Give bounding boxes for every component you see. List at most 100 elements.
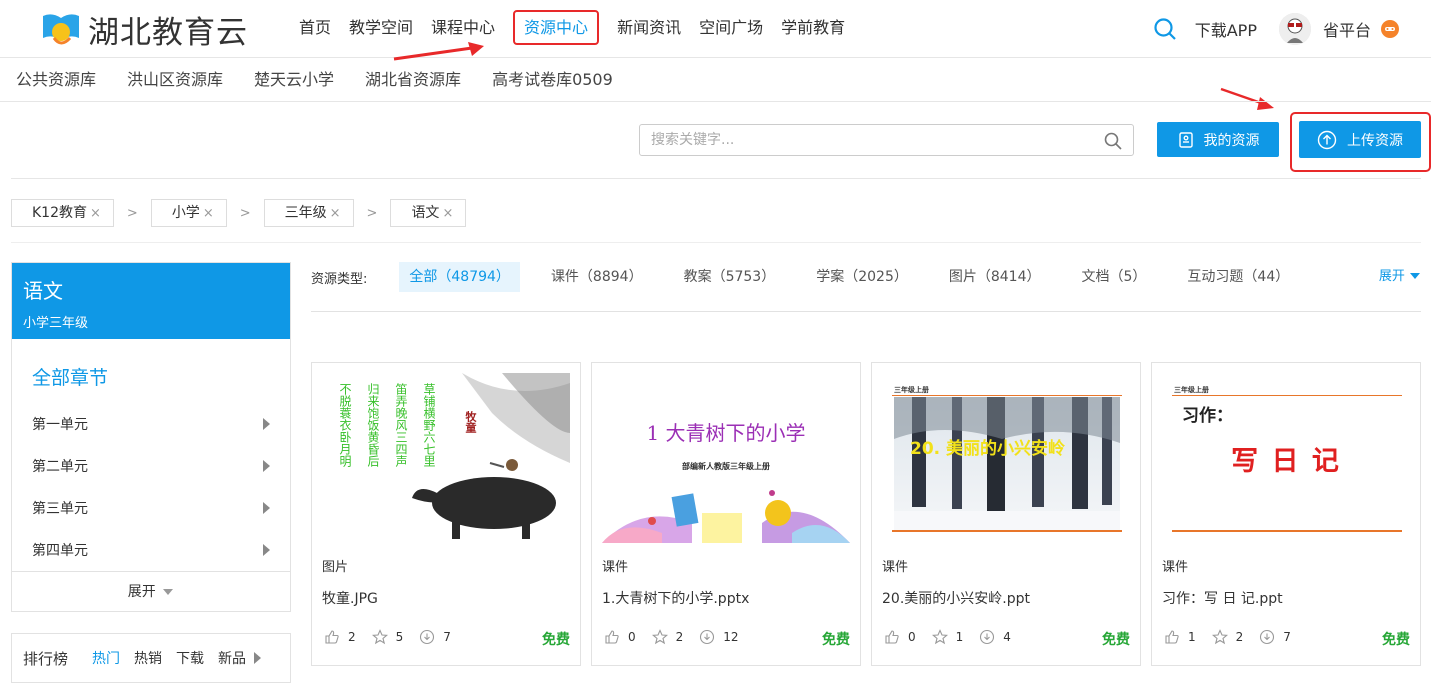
chapter-sidebar: 语文 小学三年级 全部章节 第一单元 第二单元 第三单元 第四单元 展开 xyxy=(11,262,291,612)
like-stat[interactable]: 0 xyxy=(604,629,636,645)
sidebar-item-unit-1[interactable]: 第一单元 xyxy=(12,403,290,445)
resource-card[interactable]: 三年级上册 习作： 写 日 记 课件 习作：写 日 记.ppt 1 2 7 免费 xyxy=(1151,362,1421,666)
library-hongshan[interactable]: 洪山区资源库 xyxy=(111,59,238,101)
platform-switch[interactable]: 省平台 xyxy=(1323,17,1371,41)
sidebar-expand-button[interactable]: 展开 xyxy=(12,571,290,611)
like-stat[interactable]: 1 xyxy=(1164,629,1196,645)
slide-header-line xyxy=(1172,395,1402,396)
library-public[interactable]: 公共资源库 xyxy=(0,59,111,101)
favorite-stat[interactable]: 1 xyxy=(931,629,964,645)
resource-name[interactable]: 1.大青树下的小学.pptx xyxy=(602,588,749,608)
like-stat[interactable]: 2 xyxy=(324,629,356,645)
header-actions: 下载APP 省平台 xyxy=(1153,0,1431,58)
nav-resource-center[interactable]: 资源中心 xyxy=(504,0,608,58)
like-stat[interactable]: 0 xyxy=(884,629,916,645)
type-document[interactable]: 文档（5） xyxy=(1072,262,1157,292)
sidebar-item-unit-2[interactable]: 第二单元 xyxy=(12,445,290,487)
resource-thumbnail[interactable]: 1 大青树下的小学 部编新人教版三年级上册 xyxy=(602,373,850,543)
type-image[interactable]: 图片（8414） xyxy=(939,262,1051,292)
resource-thumbnail[interactable]: 牧童 草铺横野六七里 笛弄晚风三四声 归来饱饭黄昏后 不脱蓑衣卧月明 xyxy=(322,373,570,543)
download-icon xyxy=(700,629,715,645)
resource-card[interactable]: 三年级上册 20. 美丽的小兴安岭 课件 20.美丽的小兴安岭.ppt 0 1 … xyxy=(871,362,1141,666)
favorite-count: 2 xyxy=(675,630,684,644)
upload-resource-button[interactable]: 上传资源 xyxy=(1299,121,1421,158)
slide-label: 习作： xyxy=(1182,406,1233,426)
nav-home[interactable]: 首页 xyxy=(290,0,340,58)
close-icon[interactable]: × xyxy=(90,206,101,221)
type-courseware[interactable]: 课件（8894） xyxy=(541,262,653,292)
top-header: 湖北教育云 首页 教学空间 课程中心 资源中心 新闻资讯 空间广场 学前教育 下… xyxy=(0,0,1431,58)
nav-news[interactable]: 新闻资讯 xyxy=(608,0,690,58)
subject-header: 语文 小学三年级 xyxy=(12,263,290,339)
type-lesson-plan[interactable]: 教案（5753） xyxy=(674,262,786,292)
resource-name[interactable]: 习作：写 日 记.ppt xyxy=(1162,588,1283,608)
type-all[interactable]: 全部（48794） xyxy=(399,262,520,292)
slide-illustration xyxy=(602,490,850,543)
download-stat[interactable]: 12 xyxy=(699,629,739,645)
main-nav: 首页 教学空间 课程中心 资源中心 新闻资讯 空间广场 学前教育 xyxy=(290,0,854,58)
star-icon xyxy=(651,629,668,645)
thumbs-up-icon xyxy=(325,630,339,644)
unit-label: 第一单元 xyxy=(32,417,88,433)
download-app-link[interactable]: 下载APP xyxy=(1195,17,1257,41)
like-count: 0 xyxy=(628,630,636,644)
nav-label: 空间广场 xyxy=(699,18,764,37)
resource-type-filter: 资源类型: 全部（48794） 课件（8894） 教案（5753） 学案（202… xyxy=(311,262,1421,292)
favorite-stat[interactable]: 2 xyxy=(1211,629,1243,645)
favorite-stat[interactable]: 2 xyxy=(651,629,684,645)
nav-space-square[interactable]: 空间广场 xyxy=(690,0,772,58)
my-resources-button[interactable]: 我的资源 xyxy=(1157,122,1279,157)
sidebar-item-unit-4[interactable]: 第四单元 xyxy=(12,529,290,571)
price-badge: 免费 xyxy=(1382,632,1410,648)
caret-right-icon xyxy=(263,544,270,556)
unit-label: 第二单元 xyxy=(32,459,88,475)
search-input[interactable] xyxy=(640,125,1080,155)
caret-right-icon xyxy=(263,418,270,430)
resource-name[interactable]: 牧童.JPG xyxy=(322,588,378,608)
type-interactive-exercise[interactable]: 互动习题（44） xyxy=(1177,262,1299,292)
caret-right-icon[interactable] xyxy=(254,652,262,664)
filter-chip-grade3[interactable]: 三年级 × xyxy=(263,199,354,227)
resource-thumbnail[interactable]: 三年级上册 习作： 写 日 记 xyxy=(1162,373,1410,543)
type-study-plan[interactable]: 学案（2025） xyxy=(806,262,918,292)
close-icon[interactable]: × xyxy=(330,206,341,221)
favorite-count: 1 xyxy=(955,630,964,644)
resource-name[interactable]: 20.美丽的小兴安岭.ppt xyxy=(882,588,1030,608)
sidebar-item-unit-3[interactable]: 第三单元 xyxy=(12,487,290,529)
slide-header: 三年级上册 xyxy=(1174,386,1209,394)
download-stat[interactable]: 4 xyxy=(979,629,1011,645)
chip-label: 小学 xyxy=(171,205,200,221)
close-icon[interactable]: × xyxy=(203,206,214,221)
download-stat[interactable]: 7 xyxy=(1259,629,1291,645)
avatar[interactable] xyxy=(1278,13,1311,45)
library-hubei[interactable]: 湖北省资源库 xyxy=(349,59,476,101)
filter-chip-chinese[interactable]: 语文 × xyxy=(390,199,467,227)
brand-logo[interactable]: 湖北教育云 xyxy=(40,6,248,52)
price-badge: 免费 xyxy=(542,632,570,648)
download-stat[interactable]: 7 xyxy=(419,629,451,645)
type-expand-button[interactable]: 展开 xyxy=(1379,262,1421,292)
unit-label: 第四单元 xyxy=(32,543,88,559)
ranking-tab-new[interactable]: 新品 xyxy=(218,648,246,668)
resource-type-label: 资源类型: xyxy=(311,271,368,287)
user-menu-icon[interactable] xyxy=(1381,20,1399,38)
nav-preschool[interactable]: 学前教育 xyxy=(772,0,854,58)
filter-chip-primary[interactable]: 小学 × xyxy=(150,199,227,227)
search-icon[interactable] xyxy=(1103,131,1123,151)
resource-card[interactable]: 牧童 草铺横野六七里 笛弄晚风三四声 归来饱饭黄昏后 不脱蓑衣卧月明 图片 牧童… xyxy=(311,362,581,666)
ranking-tab-bestseller[interactable]: 热销 xyxy=(134,648,162,668)
all-chapters-link[interactable]: 全部章节 xyxy=(12,339,290,403)
filter-chip-k12[interactable]: K12教育 × xyxy=(11,199,114,227)
painting-illustration xyxy=(412,373,570,539)
ranking-tab-downloads[interactable]: 下载 xyxy=(176,648,204,668)
ranking-tab-hot[interactable]: 热门 xyxy=(92,648,120,668)
library-chutianyun[interactable]: 楚天云小学 xyxy=(238,59,349,101)
library-gaokao[interactable]: 高考试卷库0509 xyxy=(476,59,628,101)
close-icon[interactable]: × xyxy=(442,206,453,221)
chip-label: 三年级 xyxy=(284,205,327,221)
resource-card[interactable]: 1 大青树下的小学 部编新人教版三年级上册 课件 1.大青树下的小学.pptx … xyxy=(591,362,861,666)
resource-thumbnail[interactable]: 三年级上册 20. 美丽的小兴安岭 xyxy=(882,373,1130,543)
logo-book-icon xyxy=(40,8,82,50)
search-icon[interactable] xyxy=(1153,17,1177,41)
favorite-stat[interactable]: 5 xyxy=(371,629,403,645)
